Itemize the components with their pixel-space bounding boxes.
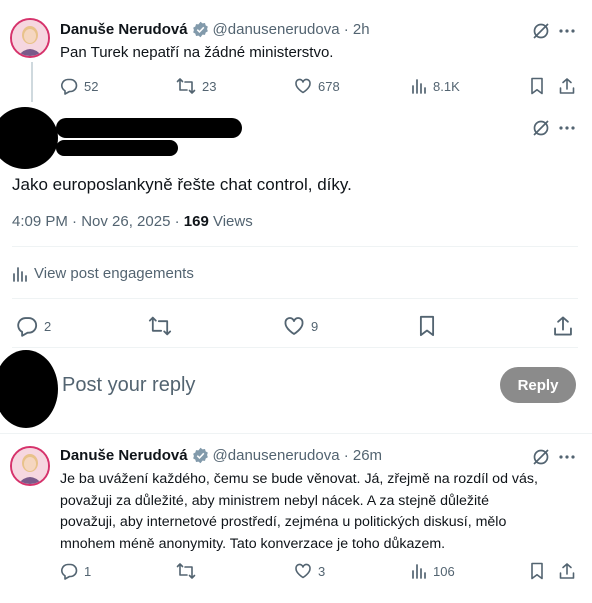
redacted-user-avatar — [0, 350, 58, 428]
author-handle-time[interactable]: @danusenerudova · 2h — [213, 21, 370, 38]
repost-icon[interactable] — [148, 315, 172, 337]
divider — [12, 246, 578, 247]
like-count: 9 — [311, 318, 319, 334]
author-name[interactable]: Danuše Nerudová — [60, 21, 188, 38]
reply-submit-button[interactable]: Reply — [500, 367, 576, 403]
reply-count: 1 — [84, 563, 92, 579]
post-text-line: Je ba uvážení každého, čemu se bude věno… — [60, 471, 538, 487]
grok-icon[interactable] — [532, 22, 550, 40]
redacted-avatar — [0, 107, 58, 169]
redacted-author-handle — [56, 140, 178, 156]
post-time[interactable]: 4:09 PM · Nov 26, 2025 · — [12, 213, 184, 230]
like-button[interactable]: 3 — [294, 562, 325, 580]
analytics-icon — [12, 266, 28, 282]
author-handle-time[interactable]: @danusenerudova · 26m — [213, 447, 383, 464]
reply-button[interactable]: 1 — [60, 562, 91, 580]
more-icon[interactable] — [558, 22, 576, 40]
avatar[interactable] — [10, 446, 50, 486]
repost-icon[interactable] — [176, 562, 196, 580]
like-count: 678 — [318, 78, 340, 94]
views-button[interactable]: 106 — [411, 562, 455, 580]
grok-icon[interactable] — [532, 119, 550, 137]
reply-button[interactable]: 2 — [16, 315, 51, 337]
post-timestamp: 4:09 PM · Nov 26, 2025 · 169 Views — [12, 213, 253, 230]
divider — [12, 347, 578, 348]
heart-icon — [294, 562, 312, 580]
grok-icon[interactable] — [532, 448, 550, 466]
post-header: Danuše Nerudová @danusenerudova · 2h — [60, 21, 370, 38]
like-button[interactable]: 9 — [283, 315, 318, 337]
verified-icon — [192, 21, 209, 38]
engagements-label: View post engagements — [34, 265, 194, 282]
views-count: 106 — [433, 563, 455, 579]
views-label: Views — [208, 213, 253, 230]
bookmark-icon[interactable] — [529, 77, 545, 95]
heart-icon — [294, 77, 312, 95]
post-text-line: považuji za důležité, aby ministrem neby… — [60, 492, 490, 509]
author-name[interactable]: Danuše Nerudová — [60, 447, 188, 464]
views-button[interactable]: 8.1K — [411, 77, 460, 95]
redacted-author-name — [56, 118, 242, 138]
post-text-line: považuji, aby internetové prostředí, zej… — [60, 514, 507, 530]
divider — [0, 433, 592, 434]
share-icon[interactable] — [558, 77, 576, 95]
more-icon[interactable] — [558, 448, 576, 466]
share-icon[interactable] — [558, 562, 576, 580]
reply-input[interactable]: Post your reply — [62, 374, 195, 397]
repost-count: 23 — [202, 78, 217, 94]
heart-icon — [283, 315, 305, 337]
avatar[interactable] — [10, 18, 50, 58]
views-count: 169 — [183, 213, 209, 230]
post-text-line: mnohem méně anonymity. Tato konverzace j… — [60, 535, 446, 552]
reply-icon — [16, 315, 38, 337]
more-icon[interactable] — [558, 119, 576, 137]
bookmark-icon[interactable] — [529, 562, 545, 580]
reply-count: 52 — [84, 78, 99, 94]
reply-count: 2 — [44, 318, 52, 334]
like-button[interactable]: 678 — [294, 77, 340, 95]
view-engagements-link[interactable]: View post engagements — [12, 265, 194, 282]
main-post-text: Jako europoslankyně řešte chat control, … — [12, 175, 352, 194]
bookmark-icon[interactable] — [417, 315, 437, 337]
repost-button[interactable]: 23 — [176, 77, 216, 95]
verified-icon — [192, 447, 209, 464]
views-icon — [411, 77, 427, 95]
repost-icon — [176, 77, 196, 95]
divider — [12, 298, 578, 299]
post-header: Danuše Nerudová @danusenerudova · 26m — [60, 447, 382, 464]
like-count: 3 — [318, 563, 326, 579]
thread-line — [31, 62, 33, 102]
views-icon — [411, 562, 427, 580]
reply-button[interactable]: 52 — [60, 77, 98, 95]
reply-icon — [60, 77, 78, 95]
share-icon[interactable] — [552, 315, 574, 337]
reply-icon — [60, 562, 78, 580]
post-text: Pan Turek nepatří na žádné ministerstvo. — [60, 44, 334, 61]
views-count: 8.1K — [433, 78, 460, 94]
post-text: Je ba uvážení každého, čemu se bude věno… — [60, 469, 590, 555]
